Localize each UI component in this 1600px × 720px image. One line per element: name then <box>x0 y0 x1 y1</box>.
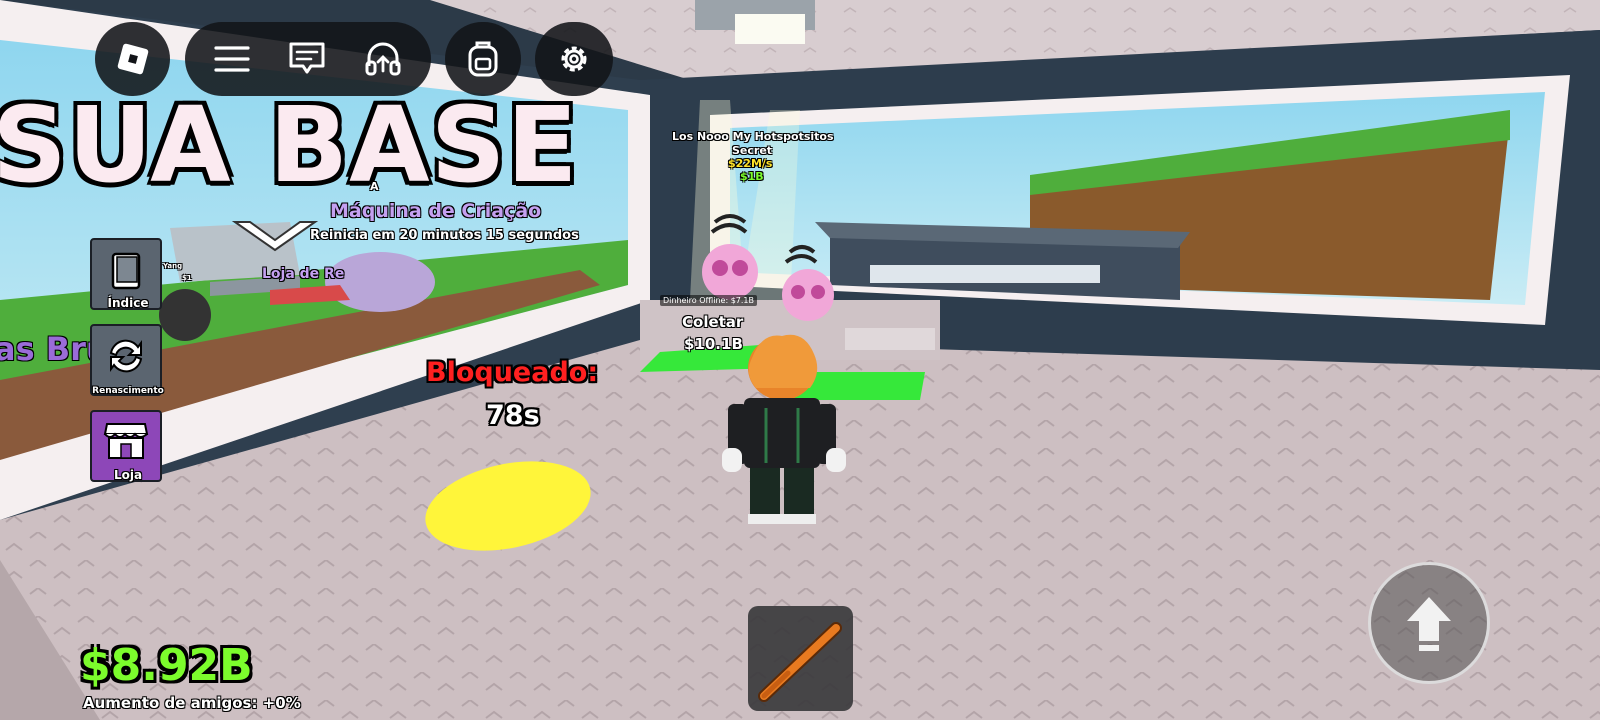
index-button[interactable]: Índice <box>90 238 162 310</box>
jump-button[interactable] <box>1368 562 1490 684</box>
machine-title: Máquina de Criação <box>330 200 542 222</box>
game-viewport[interactable]: SUA BASE A Máquina de Criação Reinicia e… <box>0 0 1600 720</box>
gear-icon <box>561 46 587 72</box>
brainrot-rate: $22M/s <box>728 157 773 170</box>
rebirth-label: Renascimento <box>92 386 164 396</box>
shop-icon <box>103 423 149 459</box>
brainrot-name: Los Nooo My Hotspotsitos <box>672 130 834 143</box>
machine-timer: Reinicia em 20 minutos 15 segundos <box>310 228 579 243</box>
small-sign-name: Yang <box>163 262 183 270</box>
shop-button[interactable]: Loja <box>90 410 162 482</box>
rebirth-button[interactable]: Renascimento <box>90 324 164 396</box>
locked-timer: 78s <box>486 400 540 431</box>
brainrot-rarity: Secret <box>732 144 773 157</box>
backpack-button[interactable] <box>445 22 521 96</box>
lock-pad[interactable] <box>422 466 592 550</box>
headphones-icon[interactable] <box>362 38 404 80</box>
roblox-logo-icon <box>117 43 148 75</box>
rebirth-icon <box>109 339 143 373</box>
top-menu-group <box>185 22 431 96</box>
settings-button[interactable] <box>535 22 613 96</box>
offline-money-label: Dinheiro Offline: $7.1B <box>660 295 758 306</box>
locked-label: Bloqueado: <box>426 357 599 388</box>
friend-boost-label: Aumento de amigos: +0% <box>83 694 301 712</box>
small-sign-value: $1 <box>182 274 192 282</box>
collect-label[interactable]: Coletar <box>682 313 743 331</box>
backpack-icon <box>468 41 498 77</box>
baseball-bat-icon <box>758 622 842 702</box>
roblox-menu-button[interactable] <box>95 22 170 96</box>
chat-icon[interactable] <box>286 38 328 80</box>
shop-label: Loja <box>113 468 143 482</box>
index-label: Índice <box>107 296 149 310</box>
book-icon <box>111 252 141 290</box>
collect-value: $10.1B <box>684 335 743 353</box>
base-sign: SUA BASE <box>0 84 579 206</box>
machine-top-label: A <box>370 180 379 193</box>
hamburger-menu-icon[interactable] <box>212 39 252 79</box>
hotbar-slot-1[interactable] <box>748 606 853 711</box>
up-arrow-icon <box>1407 597 1451 651</box>
shop-sign: Loja de Re <box>262 266 345 282</box>
brainrot-price: $1B <box>740 170 764 183</box>
money-display: $8.92B <box>80 640 253 691</box>
